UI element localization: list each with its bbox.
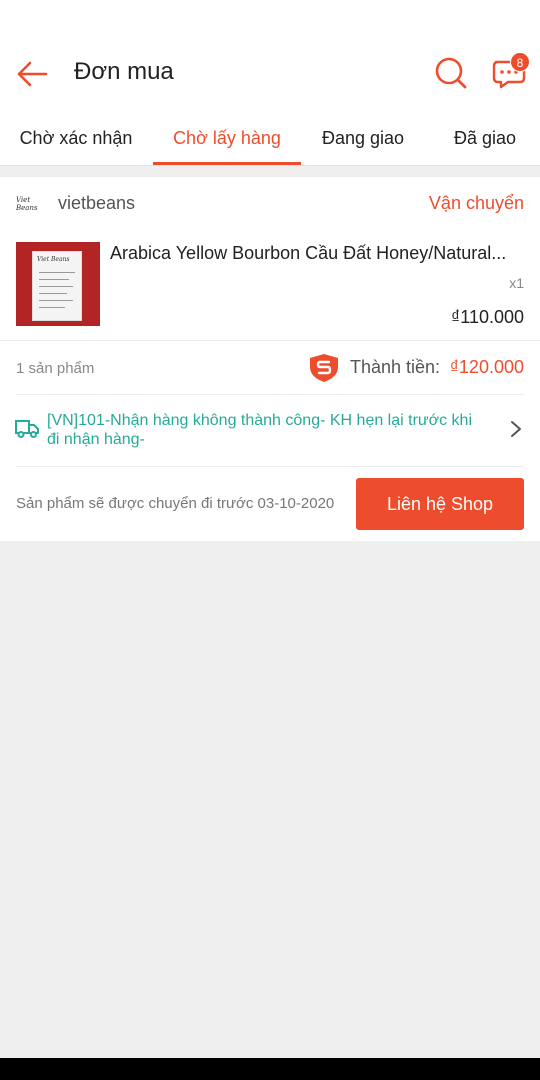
- order-card[interactable]: Viet Beans vietbeans Vận chuyển Viet Bea…: [0, 177, 540, 541]
- contact-shop-button[interactable]: Liên hệ Shop: [356, 478, 524, 530]
- tab-cho-xac-nhan[interactable]: Chờ xác nhận: [10, 110, 142, 166]
- product-image: Viet Beans: [16, 242, 100, 326]
- tab-dang-giao[interactable]: Đang giao: [314, 110, 412, 166]
- chevron-right-icon: [511, 421, 521, 437]
- search-icon: [435, 57, 467, 89]
- status-bar: [0, 0, 540, 36]
- divider: [16, 466, 524, 467]
- tracking-row[interactable]: [VN]101-Nhận hàng không thành công- KH h…: [0, 395, 540, 467]
- shipping-deadline-note: Sản phẩm sẽ được chuyển đi trước 03-10-2…: [16, 495, 335, 512]
- app-header: Đơn mua 8: [0, 36, 540, 110]
- chat-unread-badge: 8: [510, 52, 530, 72]
- tab-da-giao[interactable]: Đã giao: [446, 110, 524, 166]
- tab-cho-lay-hang[interactable]: Chờ lấy hàng: [153, 110, 301, 166]
- back-arrow-icon: [17, 61, 48, 87]
- shop-logo: Viet Beans: [16, 196, 38, 212]
- page-title: Đơn mua: [74, 58, 174, 85]
- search-button[interactable]: [432, 54, 470, 92]
- item-count: 1 sản phẩm: [16, 360, 95, 377]
- total-value: ₫120.000: [449, 357, 524, 377]
- product-price: ₫110.000: [451, 307, 524, 327]
- shop-name[interactable]: vietbeans: [58, 193, 135, 214]
- system-nav-bar: [0, 1058, 540, 1080]
- product-quantity: x1: [509, 275, 524, 291]
- back-button[interactable]: [14, 56, 50, 92]
- truck-icon: [15, 420, 39, 438]
- divider: [0, 340, 540, 341]
- active-tab-indicator: [153, 162, 301, 165]
- product-name: Arabica Yellow Bourbon Cầu Đất Honey/Nat…: [110, 243, 507, 263]
- order-status-tabs: Chờ xác nhận Chờ lấy hàng Đang giao Đã g…: [0, 110, 540, 166]
- shield-icon: [310, 354, 338, 382]
- tracking-status-text: [VN]101-Nhận hàng không thành công- KH h…: [47, 412, 473, 448]
- total-label: Thành tiền:: [350, 357, 441, 377]
- order-status-label: Vận chuyển: [428, 193, 524, 213]
